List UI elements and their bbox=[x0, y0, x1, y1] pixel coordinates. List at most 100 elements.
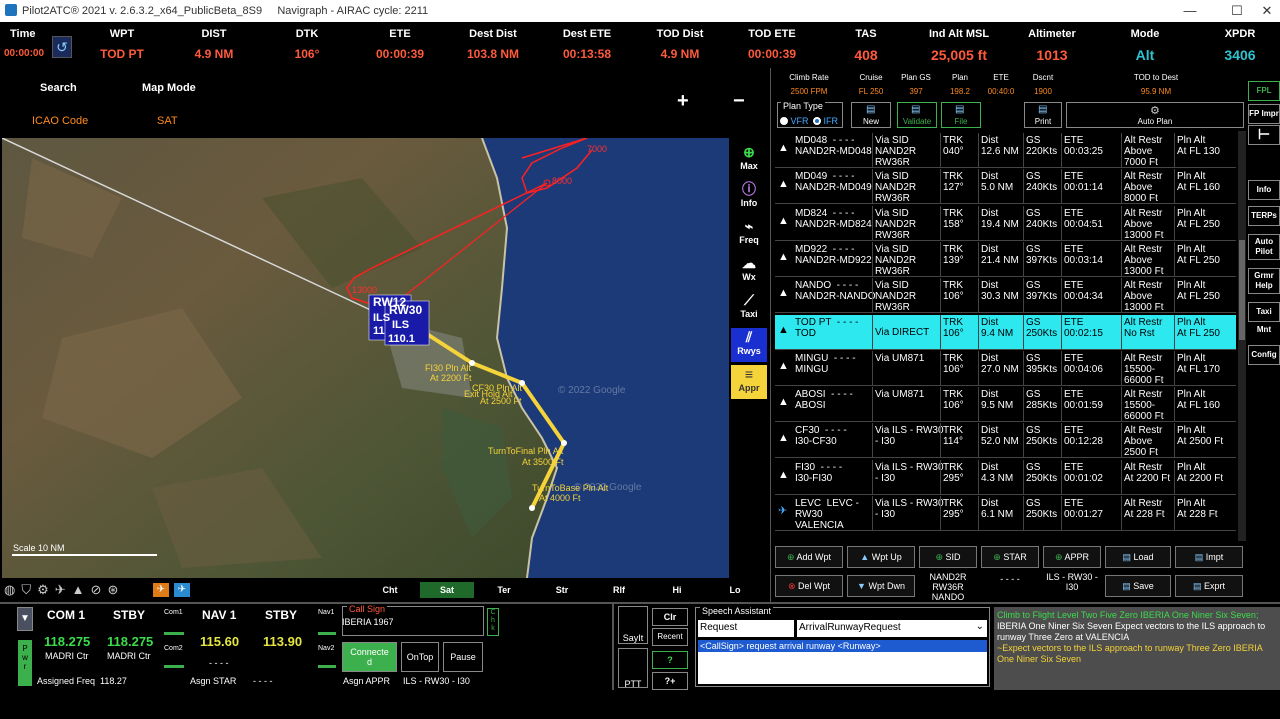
speech-assistant-title: Speech Assistant bbox=[700, 606, 774, 616]
freq-map-button[interactable]: ⌁ Freq bbox=[731, 217, 767, 251]
ptt-button[interactable]: PTT bbox=[618, 648, 648, 689]
gear-icon[interactable]: ⚙ bbox=[37, 582, 55, 597]
fpl-row[interactable]: ▲ CF30 - - - - I30-CF30 Via ILS - RW30 - I… bbox=[775, 423, 1236, 459]
grmr-help-button[interactable]: Grmr Help bbox=[1248, 268, 1280, 294]
column-divider bbox=[1023, 496, 1024, 531]
pause-button[interactable]: Pause bbox=[443, 642, 483, 672]
exprt-button[interactable]: ▤ Exprt bbox=[1175, 575, 1243, 597]
nav1-standby-freq[interactable]: 113.90 bbox=[263, 634, 302, 649]
status-value-9: 25,005 ft bbox=[930, 47, 988, 63]
save-button[interactable]: ▤ Save bbox=[1105, 575, 1171, 597]
maximize-icon[interactable]: ☐ bbox=[1222, 3, 1252, 19]
com1-standby-freq[interactable]: 118.275 bbox=[107, 634, 153, 649]
phrase-list-item[interactable]: <CallSign> request arrival runway <Runwa… bbox=[698, 640, 987, 652]
appr-value: ILS - RW30 - I30 bbox=[1046, 572, 1098, 592]
no-entry-icon[interactable]: ⊘ bbox=[91, 582, 108, 597]
star-button[interactable]: ⊕ STAR bbox=[981, 546, 1039, 568]
auto-pilot-button[interactable]: Auto Pilot bbox=[1248, 234, 1280, 260]
flight-director-icon[interactable]: ⊢ bbox=[1248, 125, 1280, 145]
wpt-up-button[interactable]: ▲ Wpt Up bbox=[847, 546, 915, 568]
recent-button[interactable]: Recent bbox=[652, 628, 688, 646]
terps-button[interactable]: TERPs bbox=[1248, 206, 1280, 226]
fpl-row[interactable]: ▲ MD049 - - - - NAND2R-MD049 Via SID NAND2… bbox=[775, 169, 1236, 205]
column-divider bbox=[940, 459, 941, 495]
map-canvas[interactable]: 7000 8000 13000 RW12 ILS 11 RW30 ILS 110… bbox=[2, 138, 729, 578]
fpl-row[interactable]: ▲ MINGU - - - - MINGU Via UM871 TRK 106° Dis… bbox=[775, 350, 1236, 386]
request-phrase-select[interactable]: ArrivalRunwayRequest ⌄ bbox=[797, 620, 987, 637]
traffic-icon[interactable]: ✈ bbox=[153, 583, 169, 597]
connected-button[interactable]: Connecte d bbox=[342, 642, 397, 672]
map-tab-ter[interactable]: Ter bbox=[477, 582, 531, 598]
max-map-button[interactable]: ⊕ Max bbox=[731, 143, 767, 177]
fp-impr-button[interactable]: FP Impr bbox=[1248, 104, 1280, 124]
info-tab-button[interactable]: Info bbox=[1248, 180, 1280, 200]
help-plus-button[interactable]: ?+ bbox=[652, 672, 688, 690]
airplane-icon[interactable]: ✈ bbox=[55, 582, 72, 597]
add-wpt-button[interactable]: ⊕ Add Wpt bbox=[775, 546, 843, 568]
vfr-radio[interactable]: VFR bbox=[780, 116, 809, 126]
ifr-radio[interactable]: IFR bbox=[813, 116, 838, 126]
com1-active-freq[interactable]: 118.275 bbox=[44, 634, 90, 649]
nav1-active-freq[interactable]: 115.60 bbox=[200, 634, 239, 649]
load-button[interactable]: ▤ Load bbox=[1105, 546, 1171, 568]
wx-map-button[interactable]: ☁ Wx bbox=[731, 254, 767, 288]
fpl-scrollbar-thumb[interactable] bbox=[1239, 240, 1245, 340]
column-divider bbox=[1023, 169, 1024, 205]
power-button[interactable]: P w r bbox=[18, 640, 32, 686]
map-tab-str[interactable]: Str bbox=[535, 582, 589, 598]
shield-icon[interactable]: ⛉ bbox=[21, 582, 37, 597]
reset-time-icon[interactable]: ↺ bbox=[52, 36, 72, 58]
minimize-icon[interactable]: — bbox=[1175, 3, 1205, 18]
taxi-mnt-button[interactable]: Taxi Mnt bbox=[1248, 302, 1280, 334]
help-button[interactable]: ? bbox=[652, 651, 688, 669]
sid-button[interactable]: ⊕ SID bbox=[919, 546, 977, 568]
config-button[interactable]: Config bbox=[1248, 345, 1280, 365]
zoom-out-button[interactable]: − bbox=[733, 90, 745, 113]
appr-map-button[interactable]: ≡ Appr bbox=[731, 365, 767, 399]
weather-layer-icon[interactable]: ✈ bbox=[174, 583, 190, 597]
fpl-row[interactable]: ✈ LEVC LEVC - RW30 VALENCIA Via ILS - RW30… bbox=[775, 496, 1236, 531]
fpl-row[interactable]: ▲ NANDO - - - - NAND2R-NANDO Via SID NAND2… bbox=[775, 278, 1236, 314]
fpl-row[interactable]: ▲ MD922 - - - - NAND2R-MD922 Via SID NAND2… bbox=[775, 241, 1236, 277]
fpl-cell-ete: ETE 00:01:27 bbox=[1064, 498, 1103, 520]
call-sign-value[interactable]: IBERIA 1967 bbox=[342, 617, 394, 627]
say-it-button[interactable]: SayIt bbox=[618, 606, 648, 644]
map-mode-label[interactable]: Map Mode bbox=[142, 82, 196, 94]
column-divider bbox=[1174, 423, 1175, 459]
radio-collapse-icon[interactable]: ▼ bbox=[17, 607, 33, 631]
globe-icon[interactable]: ◍ bbox=[4, 582, 21, 597]
map-tab-cht[interactable]: Cht bbox=[363, 582, 417, 598]
radar-icon[interactable]: ⊛ bbox=[107, 582, 124, 597]
info-map-button[interactable]: ⓘ Info bbox=[731, 180, 767, 214]
del-wpt-button[interactable]: ⊗ Del Wpt bbox=[775, 575, 843, 597]
map-tab-hi[interactable]: Hi bbox=[650, 582, 704, 598]
impt-button[interactable]: ▤ Impt bbox=[1175, 546, 1243, 568]
fpl-tab-button[interactable]: FPL bbox=[1248, 81, 1280, 101]
rwys-map-button[interactable]: ⫽ Rwys bbox=[731, 328, 767, 362]
request-type-select[interactable]: Request bbox=[698, 620, 794, 637]
mountain-icon[interactable]: ▲ bbox=[72, 582, 91, 597]
fpl-row[interactable]: ▲ TOD PT - - - - TOD Via DIRECT TRK 106° Dis… bbox=[775, 314, 1236, 350]
taxi-map-button[interactable]: ⟋ Taxi bbox=[731, 291, 767, 325]
search-label[interactable]: Search bbox=[40, 82, 77, 94]
icao-code-field[interactable]: ICAO Code bbox=[32, 115, 88, 127]
close-icon[interactable]: ✕ bbox=[1252, 3, 1280, 19]
sid-icon: ⊕ bbox=[935, 552, 943, 562]
on-top-button[interactable]: OnTop bbox=[401, 642, 439, 672]
clear-button[interactable]: Clr bbox=[652, 608, 688, 626]
fpl-row[interactable]: ▲ MD048 - - - - NAND2R-MD048 Via SID NAND2… bbox=[775, 133, 1236, 168]
appr-button[interactable]: ⊕ APPR bbox=[1043, 546, 1101, 568]
map-tab-rlf[interactable]: Rlf bbox=[592, 582, 646, 598]
com2-small-label: Com2 bbox=[164, 645, 183, 652]
map-view[interactable]: 7000 8000 13000 RW12 ILS 11 RW30 ILS 110… bbox=[2, 138, 729, 578]
column-divider bbox=[1061, 350, 1062, 386]
wpt-dwn-button[interactable]: ▼ Wpt Dwn bbox=[847, 575, 915, 597]
zoom-in-button[interactable]: + bbox=[677, 90, 689, 113]
map-mode-value[interactable]: SAT bbox=[157, 115, 178, 127]
check-callsign-button[interactable]: C h k bbox=[487, 608, 499, 636]
map-tab-lo[interactable]: Lo bbox=[708, 582, 762, 598]
map-tab-sat[interactable]: Sat bbox=[420, 582, 474, 598]
fpl-row[interactable]: ▲ ABOSI - - - - ABOSI Via UM871 TRK 106° Dis… bbox=[775, 387, 1236, 423]
fpl-row[interactable]: ▲ FI30 - - - - I30-FI30 Via ILS - RW30 - I… bbox=[775, 459, 1236, 495]
fpl-row[interactable]: ▲ MD824 - - - - NAND2R-MD824 Via SID NAND2… bbox=[775, 205, 1236, 241]
